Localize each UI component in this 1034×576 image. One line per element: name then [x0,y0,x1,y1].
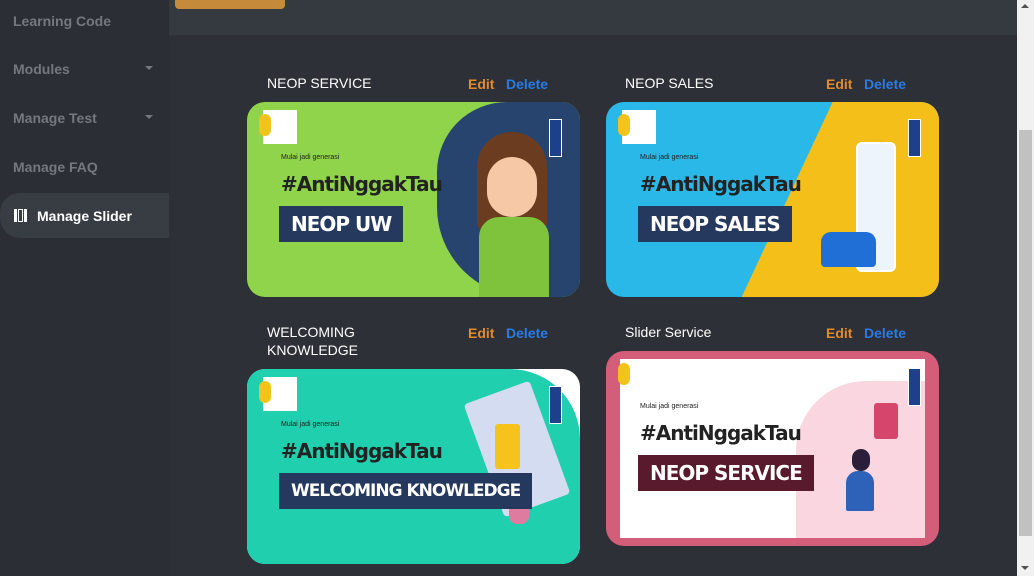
banner-hashtag: #AntiNggakTau [281,172,443,196]
company-badge-icon [549,386,562,424]
caret-down-icon [145,115,153,119]
sidebar-item-label: Manage FAQ [13,159,98,175]
scrollbar[interactable] [1017,0,1034,576]
sidebar-item-manage-test[interactable]: Manage Test [0,98,169,138]
banner-plate: NEOP SERVICE [638,455,814,491]
company-badge-icon [549,119,562,157]
sidebar-item-label: Learning Code [13,13,112,29]
brand-logo [618,359,656,393]
delete-button[interactable]: Delete [506,76,548,92]
banner-subtitle: Mulai jadi generasi [281,154,340,161]
brand-logo [259,377,297,411]
scroll-thumb[interactable] [1019,130,1032,536]
top-bar [169,0,1017,35]
banner-plate: NEOP UW [279,206,404,242]
add-slider-button[interactable] [175,0,285,9]
sidebar: Learning Code Modules Manage Test Manage… [0,0,169,576]
company-badge-icon [908,368,921,406]
sidebar-item-label: Modules [13,61,70,77]
slider-title: Slider Service [625,324,712,340]
banner-hashtag: #AntiNggakTau [281,439,443,463]
caret-down-icon [145,66,153,70]
brand-logo [618,110,656,144]
sidebar-item-learning-code[interactable]: Learning Code [0,1,169,41]
banner-hashtag: #AntiNggakTau [640,421,802,445]
sidebar-item-label: Manage Slider [37,207,132,224]
banner-subtitle: Mulai jadi generasi [640,154,699,161]
scroll-down-icon[interactable] [1021,566,1029,570]
slider-icon [14,209,27,222]
edit-button[interactable]: Edit [826,325,852,341]
slider-banner-image[interactable]: Mulai jadi generasi #AntiNggakTau WELCOM… [247,369,580,564]
scroll-up-icon[interactable] [1021,4,1029,8]
banner-plate: NEOP SALES [638,206,792,242]
slider-banner-image[interactable]: Mulai jadi generasi #AntiNggakTau NEOP S… [606,102,939,297]
banner-subtitle: Mulai jadi generasi [281,421,340,428]
slider-title: NEOP SERVICE [267,75,372,91]
delete-button[interactable]: Delete [506,325,548,341]
company-badge-icon [908,119,921,157]
brand-logo [259,110,297,144]
slider-title: WELCOMING KNOWLEDGE [267,324,359,358]
banner-subtitle: Mulai jadi generasi [640,403,699,410]
slider-banner-image[interactable]: Mulai jadi generasi #AntiNggakTau NEOP U… [247,102,580,297]
edit-button[interactable]: Edit [468,325,494,341]
sidebar-item-modules[interactable]: Modules [0,49,169,89]
edit-button[interactable]: Edit [468,76,494,92]
slider-banner-image[interactable]: Mulai jadi generasi #AntiNggakTau NEOP S… [606,351,939,546]
sidebar-item-label: Manage Test [13,110,97,126]
sidebar-item-manage-slider[interactable]: Manage Slider [0,193,169,238]
delete-button[interactable]: Delete [864,325,906,341]
banner-hashtag: #AntiNggakTau [640,172,802,196]
sidebar-item-manage-faq[interactable]: Manage FAQ [0,147,169,187]
edit-button[interactable]: Edit [826,76,852,92]
delete-button[interactable]: Delete [864,76,906,92]
slider-title: NEOP SALES [625,75,714,91]
banner-plate: WELCOMING KNOWLEDGE [279,473,533,509]
